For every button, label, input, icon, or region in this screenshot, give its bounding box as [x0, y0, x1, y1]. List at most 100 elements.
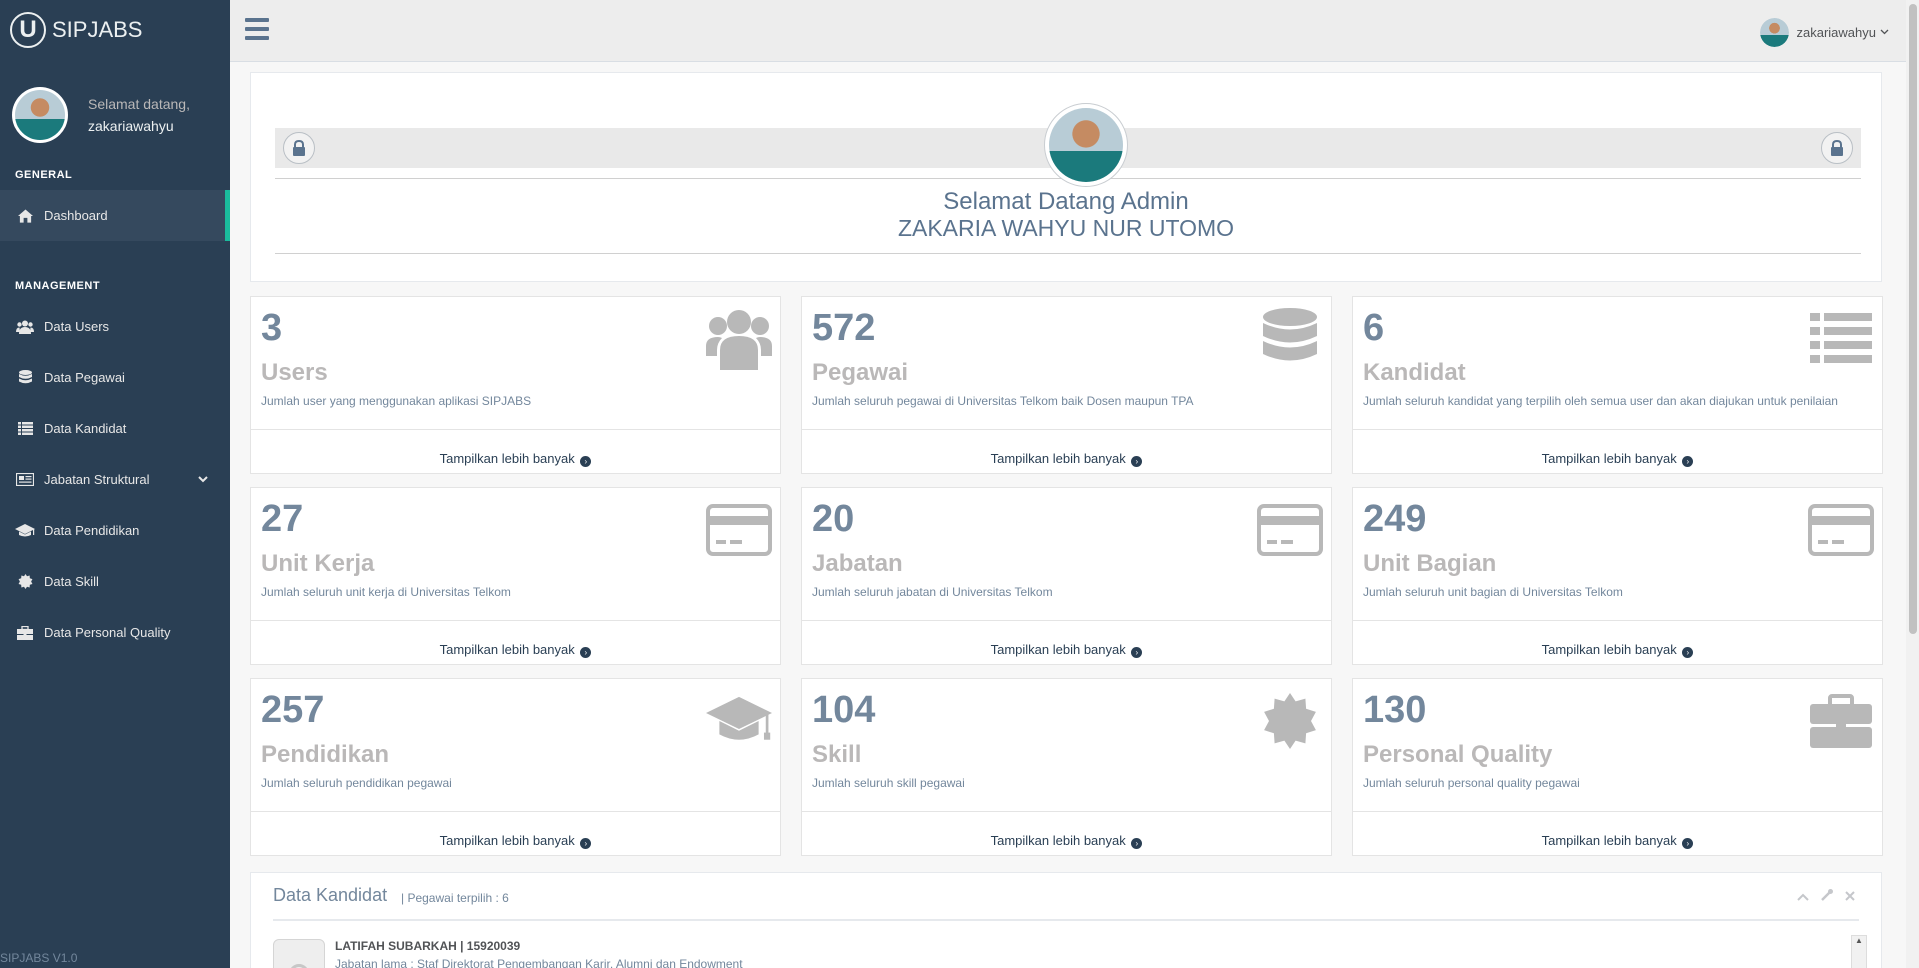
tile-description: Jumlah seluruh unit kerja di Universitas… [261, 585, 511, 599]
sidebar: U SIPJABS Selamat datang, zakariawahyu G… [0, 0, 230, 968]
tile-personal-quality: 130 Personal Quality Jumlah seluruh pers… [1352, 678, 1883, 856]
tile-count: 572 [812, 307, 876, 349]
list-item[interactable]: LATIFAH SUBARKAH | 15920039 Jabatan lama… [273, 939, 743, 968]
show-more-link[interactable]: Tampilkan lebih banyak › [802, 642, 1331, 658]
tile-pendidikan: 257 Pendidikan Jumlah seluruh pendidikan… [250, 678, 781, 856]
chevron-up-icon[interactable] [1797, 889, 1809, 904]
kandidat-job: Jabatan lama : Staf Direktorat Pengemban… [335, 957, 743, 968]
show-more-link[interactable]: Tampilkan lebih banyak › [251, 451, 780, 467]
tile-count: 3 [261, 307, 283, 349]
sidebar-item-label: Dashboard [44, 208, 108, 223]
sidebar-item-data-personal-quality[interactable]: Data Personal Quality [0, 607, 230, 658]
show-more-link[interactable]: Tampilkan lebih banyak › [251, 642, 780, 658]
avatar [1759, 18, 1789, 47]
show-more-link[interactable]: Tampilkan lebih banyak › [1353, 642, 1882, 658]
certificate-icon [1257, 689, 1323, 753]
menu-toggle-icon[interactable] [245, 18, 269, 40]
brand-logo: U [10, 12, 46, 48]
sidebar-item-data-users[interactable]: Data Users [0, 301, 230, 352]
sidebar-item-label: Data Users [44, 319, 110, 334]
tile-description: Jumlah seluruh personal quality pegawai [1363, 776, 1580, 790]
tile-description: Jumlah seluruh pegawai di Universitas Te… [812, 394, 1194, 408]
briefcase-icon [15, 625, 35, 641]
profile: Selamat datang, zakariawahyu [0, 60, 230, 160]
credit-card-icon [1808, 498, 1874, 562]
show-more-link[interactable]: Tampilkan lebih banyak › [802, 833, 1331, 849]
tile-users: 3 Users Jumlah user yang menggunakan apl… [250, 296, 781, 474]
inner-scrollbar[interactable]: ▲ [1851, 935, 1867, 968]
tile-kandidat: 6 Kandidat Jumlah seluruh kandidat yang … [1352, 296, 1883, 474]
close-icon[interactable] [1845, 889, 1855, 904]
tile-label: Skill [812, 741, 862, 768]
tile-description: Jumlah seluruh kandidat yang terpilih ol… [1363, 394, 1838, 408]
avatar [273, 939, 325, 968]
tile-label: Personal Quality [1363, 741, 1553, 768]
tile-count: 27 [261, 498, 304, 540]
tile-label: Unit Bagian [1363, 550, 1497, 577]
chevron-down-icon [1880, 27, 1889, 38]
list-icon [15, 421, 35, 437]
show-more-link[interactable]: Tampilkan lebih banyak › [1353, 833, 1882, 849]
show-more-link[interactable]: Tampilkan lebih banyak › [1353, 451, 1882, 467]
profile-welcome: Selamat datang, [88, 96, 190, 112]
sidebar-item-data-kandidat[interactable]: Data Kandidat [0, 403, 230, 454]
welcome-panel: Selamat Datang Admin ZAKARIA WAHYU NUR U… [250, 72, 1882, 282]
sidebar-item-dashboard[interactable]: Dashboard [0, 190, 230, 241]
arrow-circle-right-icon: › [1131, 647, 1143, 658]
credit-card-icon [706, 498, 772, 562]
arrow-circle-right-icon: › [580, 456, 592, 467]
tile-count: 257 [261, 689, 325, 731]
lock-icon[interactable] [1821, 132, 1853, 164]
arrow-circle-right-icon: › [1682, 647, 1694, 658]
lock-icon[interactable] [283, 132, 315, 164]
brand[interactable]: U SIPJABS [0, 0, 230, 60]
users-icon [15, 319, 35, 335]
credit-card-icon [1257, 498, 1323, 562]
user-menu[interactable]: zakariawahyu [1759, 18, 1890, 47]
arrow-circle-right-icon: › [1131, 838, 1143, 849]
section-title-management: MANAGEMENT [15, 280, 101, 292]
tile-count: 20 [812, 498, 855, 540]
tile-count: 104 [812, 689, 876, 731]
avatar [12, 87, 68, 143]
welcome-name: ZAKARIA WAHYU NUR UTOMO [897, 215, 1235, 241]
newspaper-icon [15, 472, 35, 488]
page-scrollbar[interactable] [1906, 0, 1919, 968]
main-content: Selamat Datang Admin ZAKARIA WAHYU NUR U… [230, 62, 1906, 968]
tile-description: Jumlah seluruh unit bagian di Universita… [1363, 585, 1623, 599]
sidebar-item-data-pegawai[interactable]: Data Pegawai [0, 352, 230, 403]
tile-jabatan: 20 Jabatan Jumlah seluruh jabatan di Uni… [801, 487, 1332, 665]
tile-skill: 104 Skill Jumlah seluruh skill pegawai T… [801, 678, 1332, 856]
sidebar-item-label: Jabatan Struktural [44, 472, 150, 487]
tile-unit-kerja: 27 Unit Kerja Jumlah seluruh unit kerja … [250, 487, 781, 665]
data-kandidat-panel: Data Kandidat | Pegawai terpilih : 6 LAT… [250, 872, 1882, 968]
avatar [1044, 103, 1128, 187]
chevron-up-icon[interactable]: ▲ [1852, 936, 1866, 945]
tile-description: Jumlah seluruh jabatan di Universitas Te… [812, 585, 1053, 599]
scrollbar-thumb[interactable] [1909, 4, 1917, 634]
topbar: zakariawahyu [230, 0, 1919, 62]
home-icon [15, 208, 35, 224]
tile-label: Users [261, 359, 328, 386]
app-version: SIPJABS V1.0 [0, 951, 78, 965]
tile-label: Pendidikan [261, 741, 390, 768]
sidebar-item-data-pendidikan[interactable]: Data Pendidikan [0, 505, 230, 556]
wrench-icon[interactable] [1821, 889, 1833, 904]
certificate-icon [15, 574, 35, 590]
tile-label: Kandidat [1363, 359, 1466, 386]
sidebar-item-label: Data Skill [44, 574, 99, 589]
chevron-down-icon [198, 471, 208, 486]
tile-label: Unit Kerja [261, 550, 375, 577]
sidebar-item-jabatan-struktural[interactable]: Jabatan Struktural [0, 454, 230, 505]
show-more-link[interactable]: Tampilkan lebih banyak › [251, 833, 780, 849]
graduation-cap-icon [15, 523, 35, 539]
show-more-link[interactable]: Tampilkan lebih banyak › [802, 451, 1331, 467]
users-icon [706, 307, 772, 371]
tile-count: 130 [1363, 689, 1427, 731]
arrow-circle-right-icon: › [1682, 456, 1694, 467]
user-menu-name: zakariawahyu [1796, 25, 1877, 40]
graduation-cap-icon [706, 689, 772, 753]
sidebar-item-data-skill[interactable]: Data Skill [0, 556, 230, 607]
divider [273, 919, 1859, 921]
tile-pegawai: 572 Pegawai Jumlah seluruh pegawai di Un… [801, 296, 1332, 474]
